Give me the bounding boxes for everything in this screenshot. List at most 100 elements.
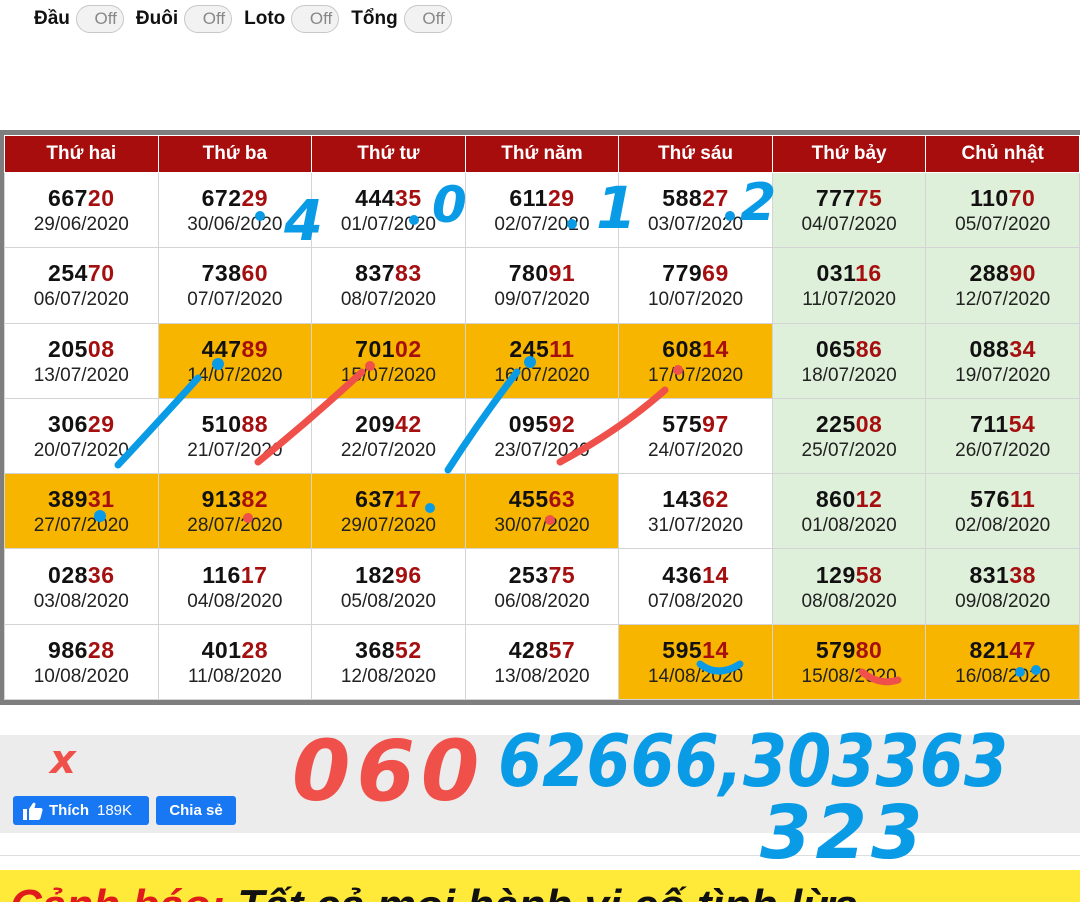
result-number: 03116 bbox=[773, 258, 926, 288]
result-number-tail: 34 bbox=[1009, 335, 1036, 362]
result-number-head: 110 bbox=[970, 185, 1009, 212]
result-cell: 70102 15/07/2020 bbox=[311, 322, 466, 399]
result-number-tail: 75 bbox=[855, 185, 883, 212]
result-number-tail: 14 bbox=[702, 561, 729, 588]
header-tuesday: Thứ ba bbox=[157, 135, 313, 173]
result-number: 20508 bbox=[5, 334, 158, 364]
result-date: 05/07/2020 bbox=[955, 214, 1051, 236]
result-number-tail: 12 bbox=[855, 486, 883, 513]
result-cell: 71154 26/07/2020 bbox=[925, 397, 1080, 475]
result-number: 18296 bbox=[312, 560, 465, 590]
result-cell: 03116 11/07/2020 bbox=[771, 247, 927, 324]
result-number-head: 611 bbox=[509, 185, 548, 212]
table-header-row: Thứ hai Thứ ba Thứ tư Thứ năm Thứ sáu Th… bbox=[4, 135, 1080, 173]
warning-body: Tất cả mọi hành vi cố tình lừa bbox=[237, 881, 858, 902]
result-date: 06/08/2020 bbox=[494, 590, 590, 612]
result-number-tail: 29 bbox=[87, 410, 115, 437]
result-number: 57597 bbox=[619, 409, 772, 439]
result-number-head: 401 bbox=[201, 636, 242, 663]
result-number-tail: 29 bbox=[241, 185, 269, 212]
result-cell: 98628 10/08/2020 bbox=[4, 623, 159, 701]
header-saturday: Thứ bảy bbox=[771, 135, 927, 173]
result-number-tail: 90 bbox=[1009, 260, 1036, 287]
result-number-tail: 54 bbox=[1008, 410, 1036, 437]
result-number: 83783 bbox=[312, 258, 465, 288]
table-row: 66720 29/06/2020 67229 30/06/2020 44435 01/07… bbox=[4, 171, 1080, 249]
result-number-tail: 14 bbox=[702, 636, 729, 663]
result-number: 83138 bbox=[926, 560, 1079, 590]
result-number: 98628 bbox=[5, 635, 158, 665]
toggle-tong: Tổng Off bbox=[351, 5, 452, 33]
result-number-head: 143 bbox=[662, 486, 703, 513]
result-number-head: 831 bbox=[969, 561, 1010, 588]
result-cell: 44789 14/07/2020 bbox=[157, 322, 313, 399]
facebook-like-label: Thích bbox=[49, 802, 89, 819]
result-cell: 40128 11/08/2020 bbox=[157, 623, 313, 701]
result-date: 29/07/2020 bbox=[340, 515, 436, 537]
facebook-like-button[interactable]: Thích 189K bbox=[13, 796, 149, 825]
result-date: 07/07/2020 bbox=[187, 289, 283, 311]
result-date: 02/07/2020 bbox=[494, 214, 590, 236]
result-number-head: 129 bbox=[815, 561, 856, 588]
result-date: 16/08/2020 bbox=[955, 665, 1051, 687]
result-cell: 02836 03/08/2020 bbox=[4, 548, 159, 625]
result-number: 67229 bbox=[159, 183, 312, 213]
result-date: 06/07/2020 bbox=[33, 289, 129, 311]
result-number-head: 065 bbox=[815, 335, 856, 362]
header-friday: Thứ sáu bbox=[618, 135, 773, 173]
facebook-share-button[interactable]: Chia sẻ bbox=[156, 796, 236, 825]
toggle-duoi: Đuôi Off bbox=[135, 5, 233, 33]
result-number-head: 225 bbox=[815, 410, 856, 437]
header-monday: Thứ hai bbox=[4, 135, 159, 173]
toggle-duoi-switch[interactable]: Off bbox=[184, 5, 233, 33]
result-date: 08/07/2020 bbox=[340, 289, 436, 311]
result-cell: 57597 24/07/2020 bbox=[618, 397, 773, 475]
result-number: 36852 bbox=[312, 635, 465, 665]
toggle-loto-switch[interactable]: Off bbox=[291, 5, 340, 33]
result-number: 44789 bbox=[159, 334, 312, 364]
result-number-tail: 28 bbox=[87, 636, 115, 663]
result-number: 11070 bbox=[926, 183, 1079, 213]
toggle-duoi-label: Đuôi bbox=[135, 8, 179, 29]
result-cell: 06586 18/07/2020 bbox=[771, 322, 927, 399]
result-number-head: 253 bbox=[508, 561, 549, 588]
toggle-tong-switch[interactable]: Off bbox=[403, 5, 452, 33]
result-date: 01/07/2020 bbox=[340, 214, 436, 236]
toggle-dau-switch[interactable]: Off bbox=[75, 5, 124, 33]
result-number: 57611 bbox=[926, 484, 1079, 514]
result-date: 09/07/2020 bbox=[494, 289, 590, 311]
result-number: 09592 bbox=[466, 409, 619, 439]
result-cell: 83783 08/07/2020 bbox=[311, 247, 466, 324]
result-date: 14/08/2020 bbox=[647, 665, 744, 687]
result-number-tail: 20 bbox=[87, 185, 115, 212]
result-number-tail: 02 bbox=[395, 335, 422, 362]
result-number: 25470 bbox=[5, 258, 158, 288]
result-number-head: 436 bbox=[662, 561, 703, 588]
result-cell: 25470 06/07/2020 bbox=[4, 247, 159, 324]
result-date: 14/07/2020 bbox=[187, 364, 283, 386]
table-row: 20508 13/07/2020 44789 14/07/2020 70102 15/07… bbox=[4, 322, 1080, 399]
result-number: 73860 bbox=[159, 258, 312, 288]
result-number-tail: 89 bbox=[241, 335, 269, 362]
result-cell: 60814 17/07/2020 bbox=[618, 322, 773, 399]
result-cell: 42857 13/08/2020 bbox=[464, 623, 620, 701]
result-date: 13/07/2020 bbox=[33, 364, 129, 386]
result-number-head: 444 bbox=[355, 185, 396, 212]
result-number-tail: 63 bbox=[548, 486, 576, 513]
result-date: 12/07/2020 bbox=[955, 289, 1051, 311]
result-number-tail: 70 bbox=[87, 260, 115, 287]
result-cell: 20942 22/07/2020 bbox=[311, 397, 466, 475]
result-number: 06586 bbox=[773, 334, 926, 364]
header-sunday: Chủ nhật bbox=[925, 135, 1080, 173]
result-number-head: 637 bbox=[355, 486, 396, 513]
result-number-head: 288 bbox=[969, 260, 1010, 287]
result-cell: 24511 16/07/2020 bbox=[464, 322, 620, 399]
result-number-head: 579 bbox=[815, 636, 856, 663]
result-number: 25375 bbox=[466, 560, 619, 590]
result-date: 30/06/2020 bbox=[187, 214, 283, 236]
result-number-tail: 97 bbox=[702, 410, 729, 437]
result-date: 21/07/2020 bbox=[187, 439, 283, 461]
result-cell: 11070 05/07/2020 bbox=[925, 171, 1080, 249]
result-number-tail: 92 bbox=[548, 410, 576, 437]
results-table: Thứ hai Thứ ba Thứ tư Thứ năm Thứ sáu Th… bbox=[4, 135, 1080, 701]
